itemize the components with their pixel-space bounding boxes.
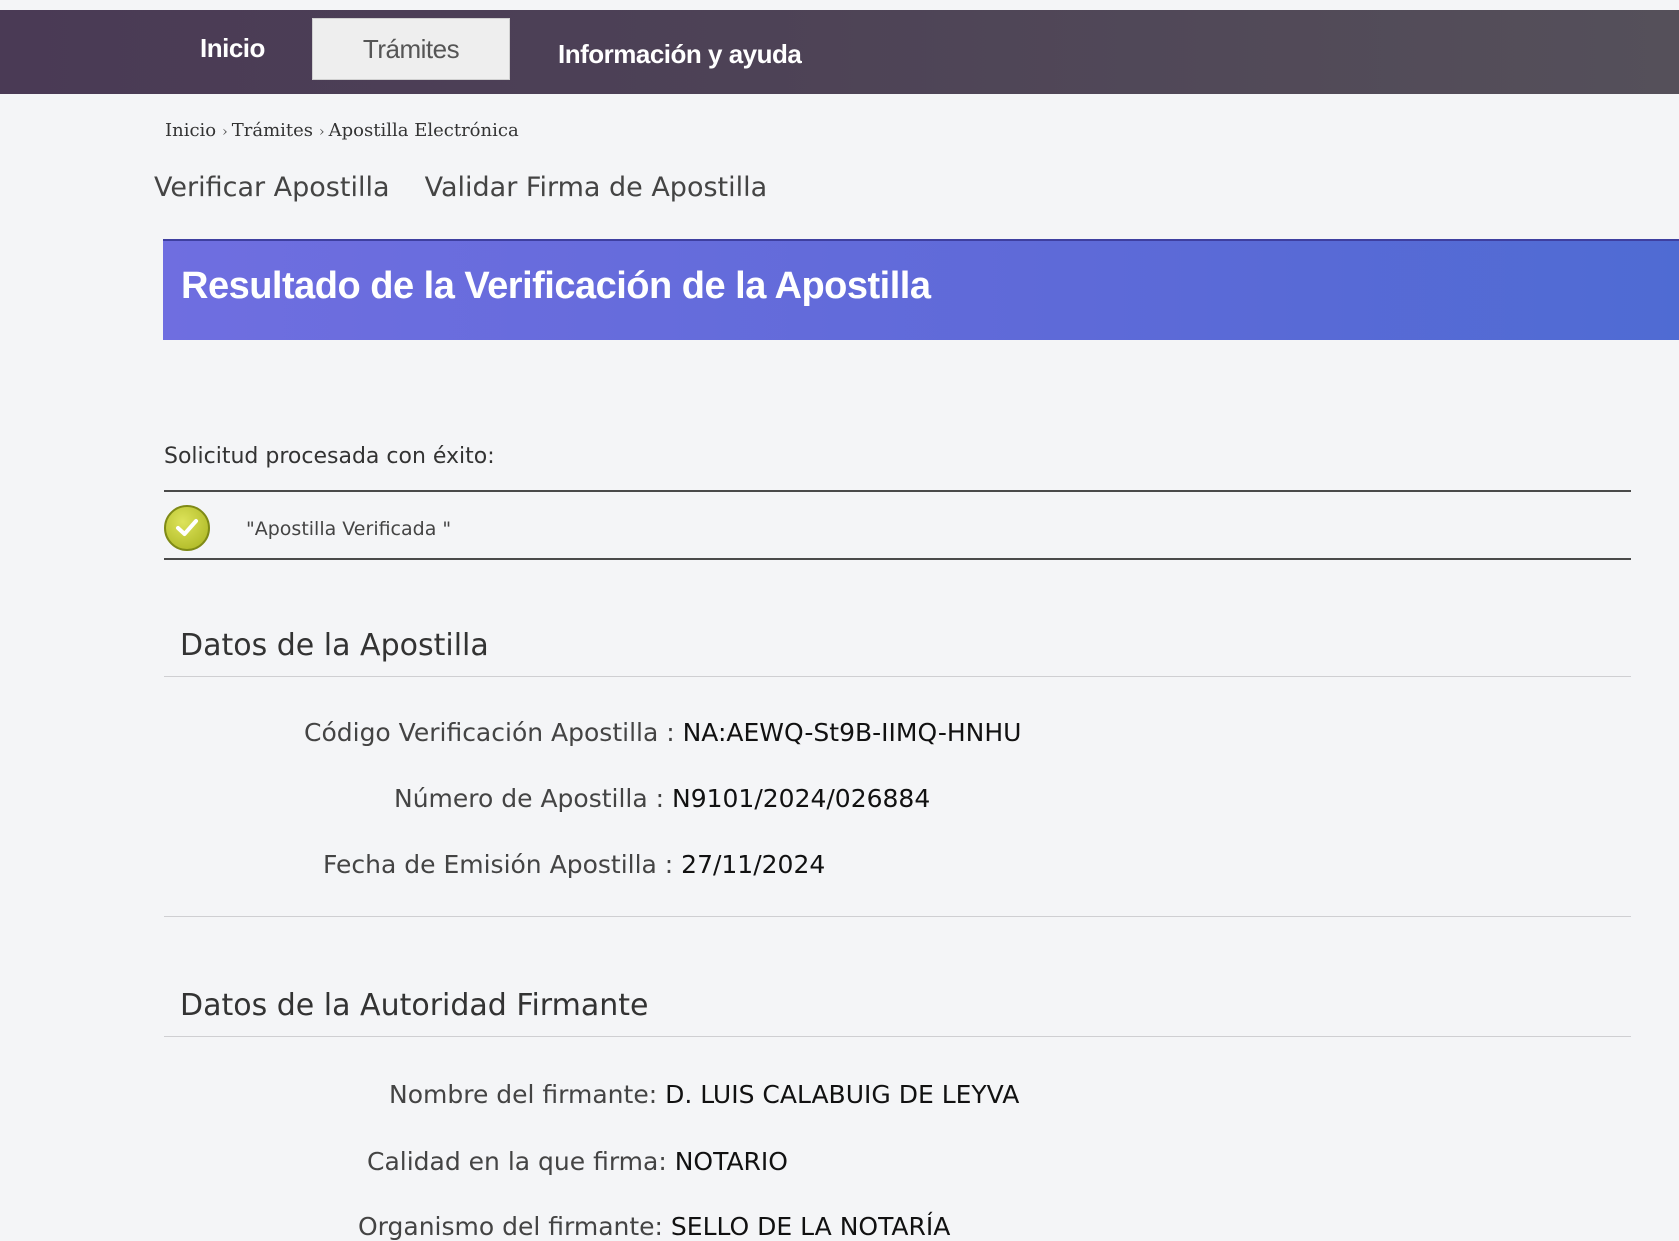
breadcrumb-current: Apostilla Electrónica — [328, 120, 519, 141]
tab-verificar-apostilla[interactable]: Verificar Apostilla — [154, 172, 390, 203]
field-value: D. LUIS CALABUIG DE LEYVA — [665, 1080, 1020, 1109]
status-verified-text: "Apostilla Verificada " — [246, 518, 452, 540]
tab-validar-firma[interactable]: Validar Firma de Apostilla — [425, 172, 768, 203]
field-label: Calidad en la que firma: — [367, 1147, 675, 1176]
field-value: NOTARIO — [674, 1147, 788, 1176]
field-label: Código Verificación Apostilla : — [304, 718, 683, 747]
checkmark-icon — [176, 519, 198, 536]
success-label: Solicitud procesada con éxito: — [164, 444, 495, 469]
nav-informacion-ayuda[interactable]: Información y ayuda — [558, 16, 802, 82]
field-numero-apostilla: Número de Apostilla : N9101/2024/026884 — [394, 784, 930, 813]
breadcrumb: Inicio › Trámites › Apostilla Electrónica — [165, 120, 523, 141]
divider — [164, 916, 1631, 917]
check-circle-icon — [164, 505, 210, 551]
divider — [164, 1036, 1631, 1037]
field-codigo-verificacion: Código Verificación Apostilla : NA:AEWQ-… — [304, 718, 1021, 747]
top-navigation-bar: Inicio Trámites Información y ayuda — [0, 10, 1679, 94]
breadcrumb-inicio[interactable]: Inicio — [165, 120, 216, 141]
field-organismo-firmante: Organismo del firmante: SELLO DE LA NOTA… — [358, 1212, 950, 1241]
divider — [164, 558, 1631, 560]
nav-tramites-active-tab[interactable]: Trámites — [312, 18, 510, 80]
divider — [164, 676, 1631, 677]
divider — [164, 490, 1631, 492]
breadcrumb-separator: › — [319, 124, 325, 140]
sub-navigation: Verificar Apostilla Validar Firma de Apo… — [154, 172, 797, 203]
page-title: Resultado de la Verificación de la Apost… — [181, 265, 931, 307]
nav-inicio[interactable]: Inicio — [200, 10, 265, 76]
result-header-banner: Resultado de la Verificación de la Apost… — [163, 239, 1679, 340]
field-nombre-firmante: Nombre del firmante: D. LUIS CALABUIG DE… — [389, 1080, 1019, 1109]
field-calidad-firma: Calidad en la que firma: NOTARIO — [367, 1147, 788, 1176]
field-value: SELLO DE LA NOTARÍA — [670, 1212, 951, 1241]
field-label: Número de Apostilla : — [394, 784, 673, 813]
breadcrumb-tramites[interactable]: Trámites — [232, 120, 313, 141]
field-label: Nombre del firmante: — [389, 1080, 666, 1109]
field-value: NA:AEWQ-St9B-IIMQ-HNHU — [682, 718, 1022, 747]
breadcrumb-separator: › — [222, 124, 228, 140]
field-value: N9101/2024/026884 — [672, 784, 931, 813]
field-label: Fecha de Emisión Apostilla : — [323, 850, 682, 879]
section-title-autoridad: Datos de la Autoridad Firmante — [180, 988, 649, 1023]
section-title-apostilla: Datos de la Apostilla — [180, 628, 489, 663]
field-fecha-emision: Fecha de Emisión Apostilla : 27/11/2024 — [323, 850, 825, 879]
field-value: 27/11/2024 — [681, 850, 826, 879]
field-label: Organismo del firmante: — [358, 1212, 671, 1241]
